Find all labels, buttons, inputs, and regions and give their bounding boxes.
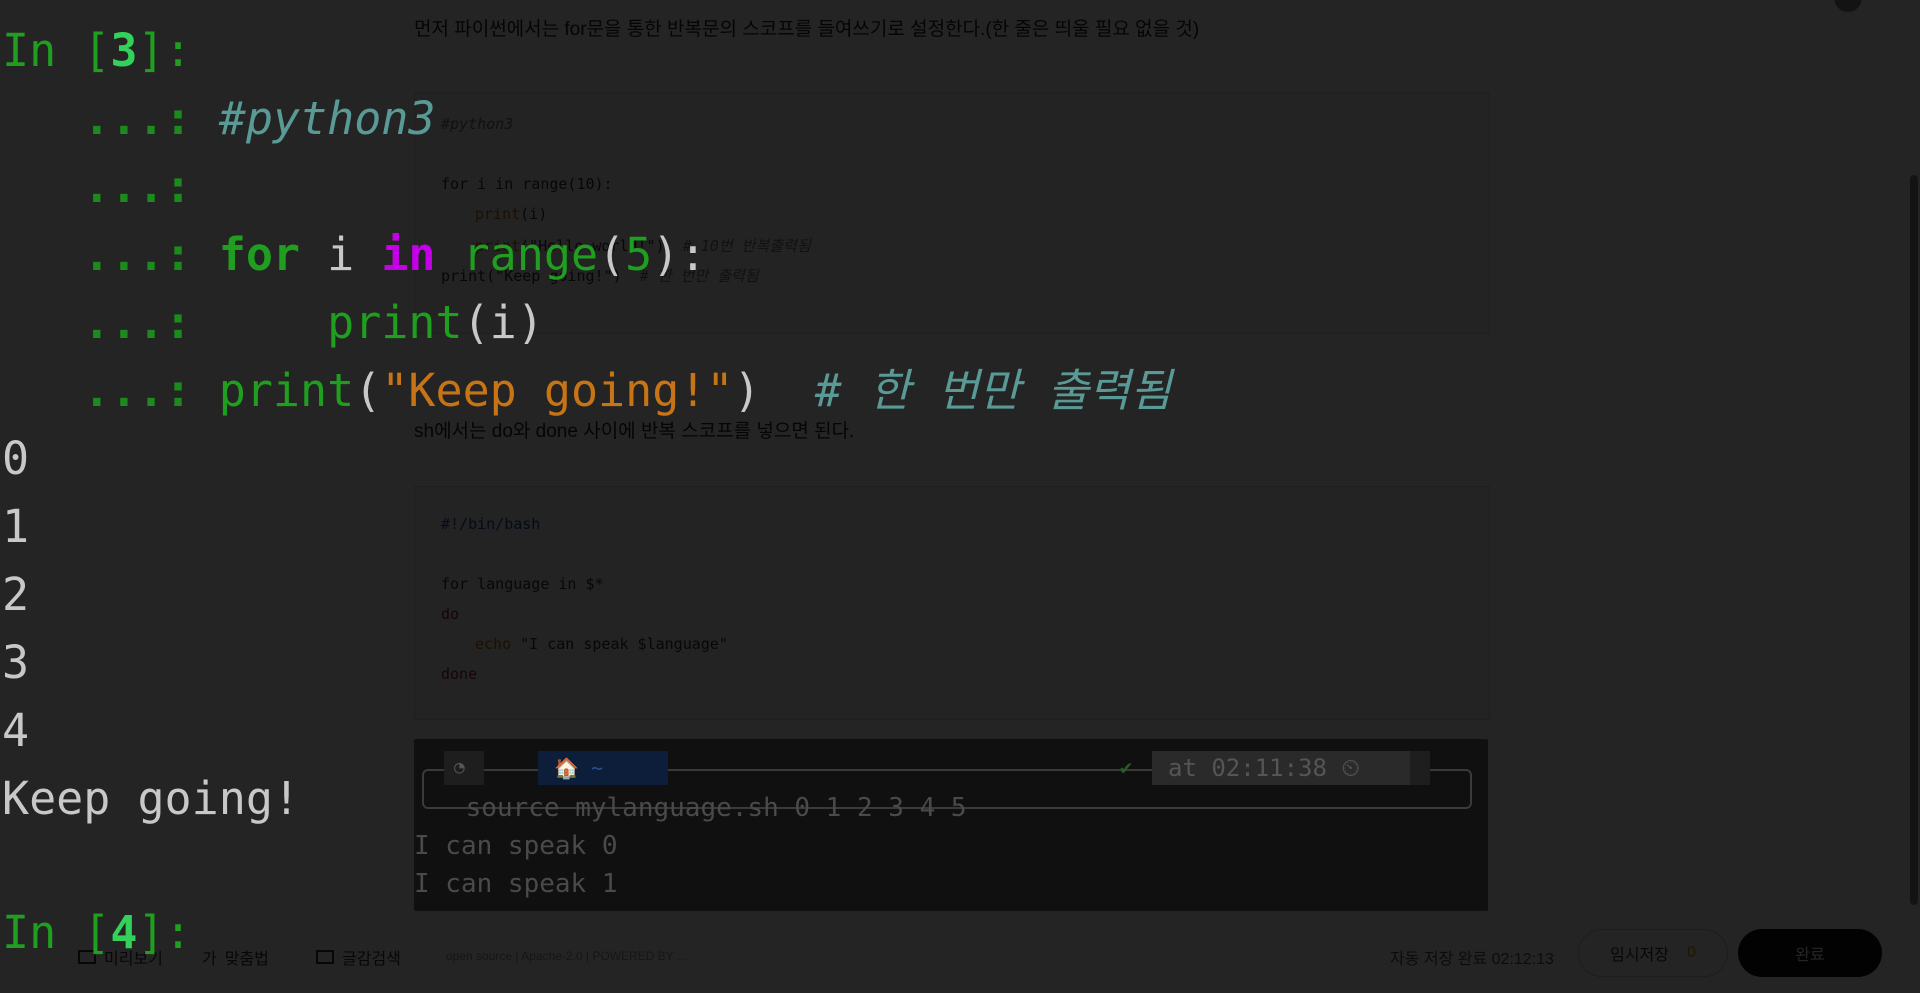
input-prompt-3: In [3]: [2,24,192,77]
terminal-output: I can speak 0 [414,831,618,861]
bash-code-block[interactable]: #!/bin/bash for language in $* do echo "… [414,486,1490,720]
code-line: ...: [2,160,219,213]
time-segment: at 02:11:38 ⏲ [1152,751,1410,785]
search-doc-icon [316,950,334,964]
input-prompt-4[interactable]: In [4]: [2,910,192,955]
avatar[interactable] [1834,0,1862,12]
intro-paragraph[interactable]: 먼저 파이썬에서는 for문을 통한 반복문의 스코프를 들여쓰기로 설정한다.… [414,14,1199,41]
spellcheck-label: 맞춤법 [224,951,269,968]
code-line: ...: for i in range(5): [2,228,707,281]
output-line: 1 [2,500,30,553]
draft-label: 임시저장 [1610,947,1669,964]
terminal-output: I can speak 1 [414,869,618,899]
draft-count: 0 [1686,944,1696,961]
output-line: 3 [2,636,30,689]
output-line: 4 [2,704,30,757]
code-line: do [441,605,460,623]
code-line: for i in range(10): [441,175,613,193]
license-text: open source | Apache-2.0 | POWERED BY ..… [446,949,687,963]
autosave-status: 자동 저장 완료 02:12:13 [1390,951,1554,968]
editor-footer: 미리보기 가 맞춤법 글감검색 open source | Apache-2.0… [0,925,1920,993]
terminal-screenshot: ◔ 🏠 ~ ✔ at 02:11:38 ⏲ source mylanguage.… [414,739,1488,911]
font-search-label: 글감검색 [342,951,401,968]
home-segment: 🏠 ~ [538,751,668,785]
code-line: done [441,665,478,683]
code-line: ...: #python3 [2,92,436,145]
code-line: #python3 [441,115,514,133]
code-line: ...: print(i) [2,296,544,349]
spellcheck-button[interactable]: 가 맞춤법 [202,945,269,969]
code-line: echo "I can speak $language" [475,635,728,653]
segment-cap [1410,751,1430,785]
output-line: Keep going! [2,772,301,825]
output-line: 2 [2,568,30,621]
check-icon: ✔ [1120,755,1133,779]
scrollbar[interactable] [1910,175,1918,905]
font-search-button[interactable]: 글감검색 [316,945,401,969]
draft-save-button[interactable]: 임시저장 0 [1578,929,1728,977]
code-line: for language in $* [441,575,604,593]
sh-paragraph[interactable]: sh에서는 do와 done 사이에 반복 스코프를 넣으면 된다. [414,416,854,443]
code-line: #!/bin/bash [441,515,541,533]
terminal-command: source mylanguage.sh 0 1 2 3 4 5 [450,793,967,823]
code-line: print(i) [475,205,548,223]
output-line: 0 [2,432,30,485]
spellcheck-icon: 가 [202,951,217,968]
ubuntu-logo-icon: ◔ [444,751,484,785]
publish-button[interactable]: 완료 [1738,929,1882,977]
code-line: ...: print("Keep going!") # 한 번만 출력됨 [2,364,1172,417]
python-code-block[interactable]: #python3 for i in range(10): print(i) pr… [414,92,1490,334]
